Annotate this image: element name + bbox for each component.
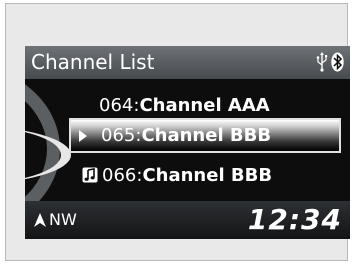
- compass: NW: [34, 210, 77, 229]
- page-title: Channel List: [31, 50, 155, 74]
- footer-bar: NW 12:34: [25, 201, 350, 239]
- bluetooth-icon: [331, 52, 344, 72]
- display-screen: Channel List 064:Channel AAA 065:Channel…: [25, 46, 350, 239]
- header-bar: Channel List: [25, 46, 350, 79]
- list-item-selected[interactable]: 065:Channel BBB: [69, 118, 341, 153]
- figure-frame: Channel List 064:Channel AAA 065:Channel…: [5, 3, 350, 261]
- channel-number: 066: [102, 165, 137, 186]
- usb-icon: [316, 52, 328, 72]
- compass-arrow-icon: [34, 212, 46, 227]
- compass-direction: NW: [49, 210, 77, 229]
- channel-name: Channel AAA: [139, 95, 270, 116]
- clock: 12:34: [247, 203, 342, 236]
- channel-name: Channel BBB: [142, 165, 273, 186]
- list-item[interactable]: 066:Channel BBB: [69, 159, 341, 193]
- channel-name: Channel BBB: [141, 125, 272, 146]
- channel-number: 064: [99, 95, 134, 116]
- status-icons: [316, 52, 344, 72]
- channel-number: 065: [101, 125, 136, 146]
- music-note-icon: [82, 167, 98, 182]
- selection-arrow-icon: [79, 130, 87, 142]
